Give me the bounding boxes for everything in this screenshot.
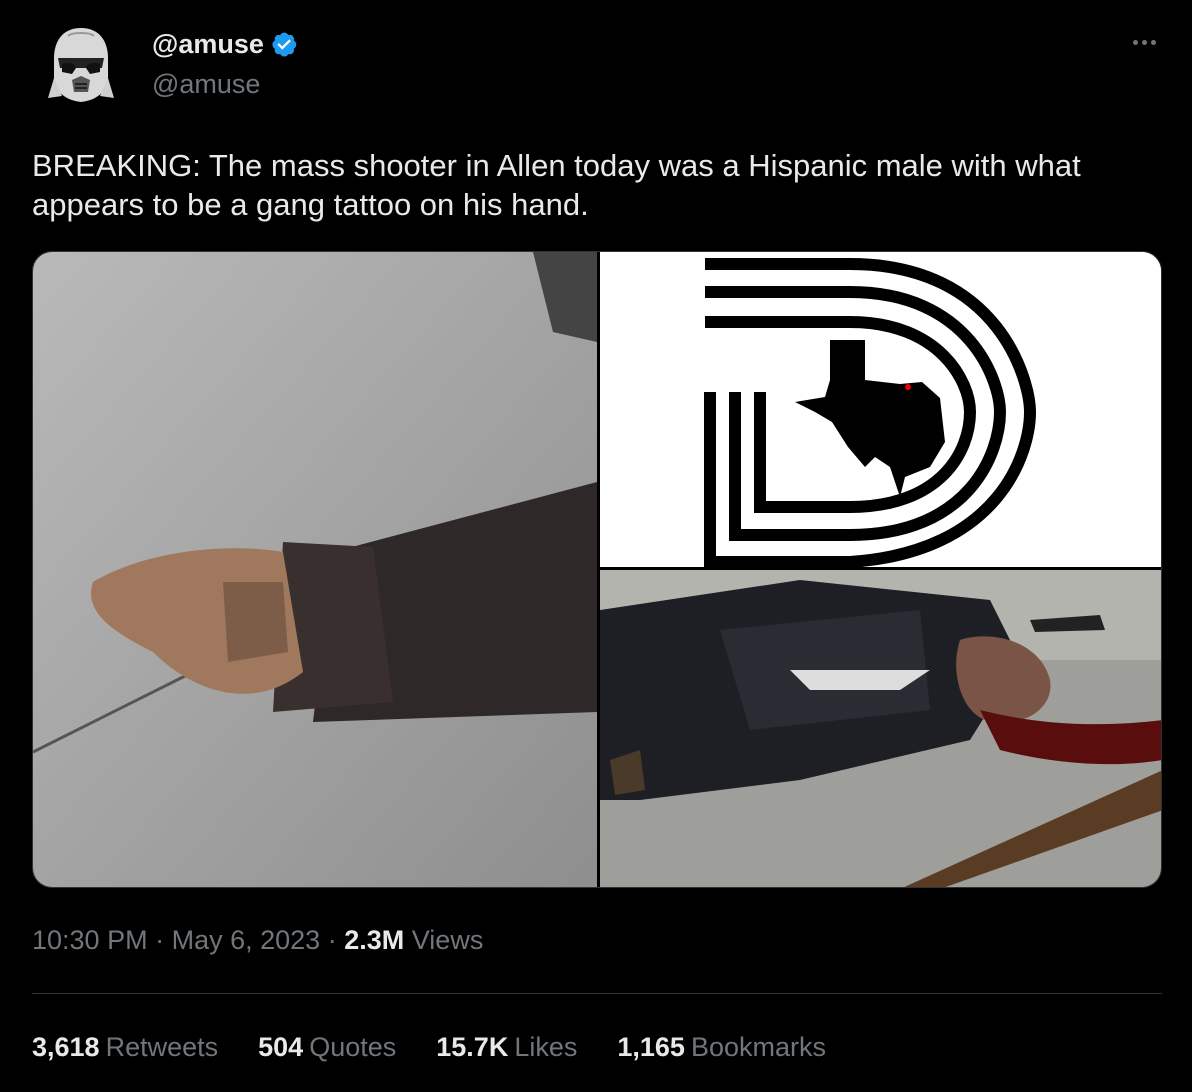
tweet-date[interactable]: May 6, 2023	[172, 925, 321, 955]
retweets-stat[interactable]: 3,618 Retweets	[32, 1029, 218, 1065]
hand-tattoo-photo[interactable]	[33, 252, 597, 887]
likes-stat[interactable]: 15.7K Likes	[436, 1029, 577, 1065]
bookmarks-label: Bookmarks	[690, 1032, 826, 1062]
quotes-stat[interactable]: 504 Quotes	[258, 1029, 396, 1065]
display-name-row[interactable]: @amuse	[152, 26, 298, 62]
meta-separator: ·	[155, 925, 165, 955]
tweet-time[interactable]: 10:30 PM	[32, 925, 148, 955]
author-names: @amuse @amuse	[152, 26, 298, 102]
retweets-count: 3,618	[32, 1032, 100, 1062]
retweets-label: Retweets	[105, 1032, 219, 1062]
bookmarks-stat[interactable]: 1,165 Bookmarks	[617, 1029, 826, 1065]
display-name[interactable]: @amuse	[152, 26, 264, 62]
handle[interactable]: @amuse	[152, 66, 298, 102]
suspect-on-ground-photo[interactable]	[600, 570, 1161, 887]
meta-separator: ·	[327, 925, 337, 955]
media-grid	[32, 251, 1162, 888]
likes-count: 15.7K	[436, 1032, 509, 1062]
views-label: Views	[411, 925, 484, 955]
stormtrooper-helmet-icon	[32, 18, 130, 116]
views-count: 2.3M	[344, 925, 405, 955]
engagement-stats: 3,618 Retweets 504 Quotes 15.7K Likes 1,165…	[32, 1029, 826, 1065]
tweet-header: @amuse @amuse	[32, 18, 1162, 118]
dallas-d-logo-texas-map[interactable]	[600, 252, 1161, 567]
tweet-text: BREAKING: The mass shooter in Allen toda…	[32, 148, 1081, 222]
likes-label: Likes	[514, 1032, 578, 1062]
bookmarks-count: 1,165	[617, 1032, 685, 1062]
tweet-meta: 10:30 PM · May 6, 2023 · 2.3M Views	[32, 922, 483, 958]
quotes-count: 504	[258, 1032, 304, 1062]
more-options-icon[interactable]	[1128, 32, 1160, 52]
avatar[interactable]	[32, 18, 130, 116]
quotes-label: Quotes	[309, 1032, 397, 1062]
verified-badge-icon	[272, 32, 297, 57]
divider	[32, 993, 1162, 994]
